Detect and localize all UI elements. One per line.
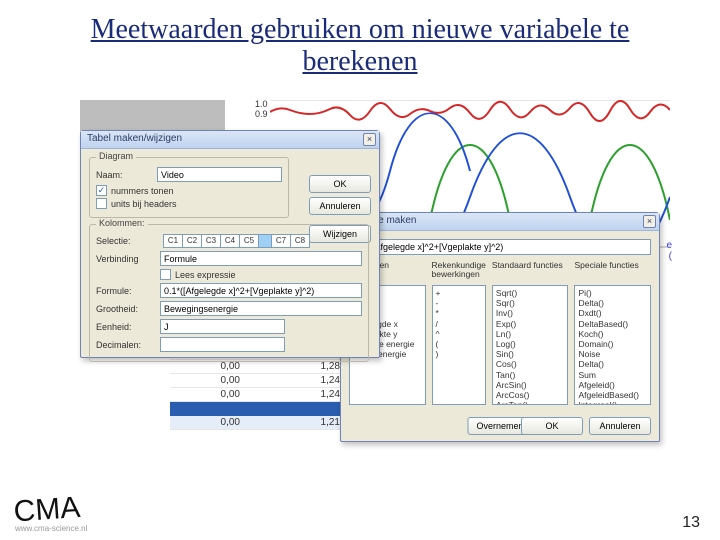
dialog-titlebar[interactable]: Tabel maken/wijzigen ×: [81, 131, 379, 149]
formula-maker-dialog: Formule maken × Variabelen tijdP1 xP1 yA…: [340, 212, 660, 442]
list-item[interactable]: Log(): [496, 339, 565, 349]
dialog-titlebar[interactable]: Formule maken ×: [341, 213, 659, 231]
annuleren-button[interactable]: Annuleren: [309, 197, 371, 215]
grootheid-input[interactable]: [160, 301, 362, 316]
list-item[interactable]: ArcCos(): [496, 390, 565, 400]
checkbox-label: Lees expressie: [175, 270, 236, 280]
list-item[interactable]: Domain(): [578, 339, 647, 349]
list-item[interactable]: +: [436, 288, 482, 298]
eenheid-label: Eenheid:: [96, 322, 154, 332]
list-item[interactable]: Koch(): [578, 329, 647, 339]
list-item[interactable]: ^: [436, 329, 482, 339]
checkbox-label: units bij headers: [111, 199, 177, 209]
naam-input[interactable]: [157, 167, 282, 182]
list-item[interactable]: /: [436, 319, 482, 329]
cell: [170, 402, 260, 416]
cell: 1,24: [260, 374, 350, 387]
checkbox-label: nummers tonen: [111, 186, 174, 196]
col-header-special: Speciale functies: [574, 261, 651, 283]
naam-label: Naam:: [96, 170, 151, 180]
verbinding-label: Verbinding: [96, 254, 154, 264]
list-item[interactable]: Delta(): [578, 359, 647, 369]
side-label: e: [666, 240, 672, 251]
list-item[interactable]: Pi(): [578, 288, 647, 298]
column-cell[interactable]: C2: [182, 234, 202, 248]
list-item[interactable]: ArcSin(): [496, 380, 565, 390]
side-axis-labels: e (: [666, 240, 672, 262]
page-number: 13: [682, 514, 700, 532]
cell: 0,00: [170, 374, 260, 387]
list-item[interactable]: Dxdt(): [578, 308, 647, 318]
close-icon[interactable]: ×: [363, 133, 376, 146]
dialog-title: Tabel maken/wijzigen: [87, 133, 182, 144]
list-item[interactable]: *: [436, 308, 482, 318]
formule-label: Formule:: [96, 286, 154, 296]
column-cell[interactable]: C1: [163, 234, 183, 248]
list-item[interactable]: Noise: [578, 349, 647, 359]
column-cell[interactable]: C3: [201, 234, 221, 248]
grootheid-label: Grootheid:: [96, 304, 154, 314]
list-item[interactable]: (: [436, 339, 482, 349]
close-icon[interactable]: ×: [643, 215, 656, 228]
special-functions-listbox[interactable]: Pi()Delta()Dxdt()DeltaBased()Koch()Domai…: [574, 285, 651, 405]
list-item[interactable]: Integraal(): [578, 400, 647, 405]
annuleren-button[interactable]: Annuleren: [589, 417, 651, 435]
cell: 1,21: [260, 416, 350, 429]
list-item[interactable]: Sqrt(): [496, 288, 565, 298]
logo: CMA www.cma-science.nl: [13, 497, 88, 535]
column-cell[interactable]: C5: [239, 234, 259, 248]
list-item[interactable]: Inv(): [496, 308, 565, 318]
ok-button[interactable]: OK: [521, 417, 583, 435]
operators-listbox[interactable]: +-*/^(): [432, 285, 486, 405]
col-header-std: Standaard functies: [492, 261, 569, 283]
cell: 0,00: [170, 416, 260, 429]
col-header-ops: Rekenkundige bewerkingen: [432, 261, 486, 283]
list-item[interactable]: Ln(): [496, 329, 565, 339]
cell: [260, 402, 350, 416]
column-cell[interactable]: C8: [290, 234, 310, 248]
group-title-kolommen: Kolommen:: [96, 218, 148, 228]
eenheid-input[interactable]: [160, 319, 285, 334]
column-cell[interactable]: C4: [220, 234, 240, 248]
y-axis-ticks: 1.0 0.9: [255, 100, 268, 120]
lees-expressie-checkbox[interactable]: Lees expressie: [160, 269, 362, 280]
list-item[interactable]: ArcTan(): [496, 400, 565, 405]
selectie-label: Selectie:: [96, 236, 154, 246]
group-title-diagram: Diagram: [96, 151, 136, 161]
list-item[interactable]: Delta(): [578, 298, 647, 308]
column-cell[interactable]: C7: [271, 234, 291, 248]
formula-input[interactable]: [349, 239, 651, 255]
verbinding-input[interactable]: [160, 251, 362, 266]
table-make-dialog: Tabel maken/wijzigen × OK Annuleren Wijz…: [80, 130, 380, 358]
nummers-tonen-checkbox[interactable]: ✓nummers tonen: [96, 185, 282, 196]
formule-input[interactable]: [160, 283, 362, 298]
std-functions-listbox[interactable]: Sqrt()Sqr()Inv()Exp()Ln()Log()Sin()Cos()…: [492, 285, 569, 405]
list-item[interactable]: Sin(): [496, 349, 565, 359]
list-item[interactable]: AfgeleidBased(): [578, 390, 647, 400]
column-cell[interactable]: [258, 234, 272, 248]
side-label: (: [666, 251, 672, 262]
list-item[interactable]: DeltaBased(): [578, 319, 647, 329]
slide-title: Meetwaarden gebruiken om nieuwe variabel…: [0, 0, 720, 84]
cell: 1,24: [260, 388, 350, 401]
list-item[interactable]: Sqr(): [496, 298, 565, 308]
list-item[interactable]: Cos(): [496, 359, 565, 369]
decimalen-label: Decimalen:: [96, 340, 154, 350]
cell: 0,00: [170, 388, 260, 401]
ok-button[interactable]: OK: [309, 175, 371, 193]
list-item[interactable]: -: [436, 298, 482, 308]
list-item[interactable]: ): [436, 349, 482, 359]
y-tick: 0.9: [255, 110, 268, 120]
list-item[interactable]: Tan(): [496, 370, 565, 380]
stage: 1.0 0.9 e ( 0,001,24 0,001,24 0,001,24 0…: [80, 100, 670, 460]
list-item[interactable]: Afgeleid(): [578, 380, 647, 390]
units-headers-checkbox[interactable]: units bij headers: [96, 198, 282, 209]
logo-url: www.cma-science.nl: [15, 526, 87, 532]
list-item[interactable]: Sum: [578, 370, 647, 380]
list-item[interactable]: Exp(): [496, 319, 565, 329]
column-selector[interactable]: C1C2C3C4C5 C7C8: [164, 234, 310, 248]
decimalen-input[interactable]: [160, 337, 285, 352]
slide-footer: CMA www.cma-science.nl 13: [14, 499, 700, 532]
